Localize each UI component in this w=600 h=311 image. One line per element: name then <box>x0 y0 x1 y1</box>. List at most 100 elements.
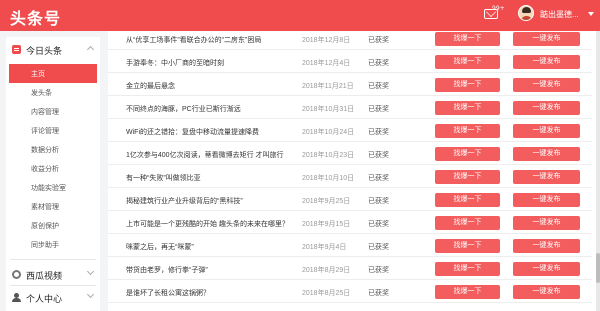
article-date: 2018年10月23日 <box>302 152 355 159</box>
article-date: 2018年9月4日 <box>302 244 347 251</box>
boost-button[interactable]: 找爆一下 <box>435 262 500 276</box>
boost-button[interactable]: 找爆一下 <box>435 216 500 230</box>
status-badge: 已获奖 <box>368 60 389 67</box>
user-profile-icon <box>12 293 21 302</box>
article-date: 2018年11月21日 <box>302 83 354 90</box>
sidebar-item-label: 内容管理 <box>31 109 59 116</box>
chevron-down-icon[interactable] <box>86 267 95 276</box>
scrollbar[interactable] <box>596 31 600 311</box>
sidebar-item-post[interactable]: 发头条 <box>6 83 100 102</box>
top-bar: 头条号 99+ 踮出墨德... <box>0 0 600 31</box>
table-row: 上市可能是一个更残酷的开始 趣头条的未来在哪里？ 2018年9月15日 已获奖 … <box>108 212 592 234</box>
publish-button[interactable]: 一键发布 <box>513 101 580 115</box>
sidebar-section-label: 个人中心 <box>26 294 63 304</box>
article-title[interactable]: 手游奉冬：中小厂商的至暗时刻 <box>126 58 298 68</box>
article-title[interactable]: 咪蒙之后，再无“咪蒙” <box>126 242 298 252</box>
status-badge: 已获奖 <box>368 221 389 228</box>
sidebar: 今日头条 主页 发头条 内容管理 评论管理 数据分析 收益分析 功能实验室 素材… <box>6 37 100 311</box>
boost-button[interactable]: 找爆一下 <box>435 32 500 46</box>
publish-button[interactable]: 一键发布 <box>513 55 580 69</box>
sidebar-item-label: 数据分析 <box>31 147 59 154</box>
publish-button[interactable]: 一键发布 <box>513 124 580 138</box>
table-row: 揭秘建筑行业产业升级背后的“黑科技” 2018年9月25日 已获奖 找爆一下 一… <box>108 189 592 211</box>
status-badge: 已获奖 <box>368 152 389 159</box>
article-date: 2018年9月15日 <box>302 221 351 228</box>
publish-button[interactable]: 一键发布 <box>513 239 580 253</box>
sidebar-item-home[interactable]: 主页 <box>9 64 97 83</box>
boost-button[interactable]: 找爆一下 <box>435 170 500 184</box>
sidebar-section-label: 今日头条 <box>26 46 63 56</box>
publish-button[interactable]: 一键发布 <box>513 32 580 46</box>
sidebar-item-income[interactable]: 收益分析 <box>6 159 100 178</box>
article-date: 2018年8月25日 <box>302 290 351 297</box>
publish-button[interactable]: 一键发布 <box>513 285 580 299</box>
user-name[interactable]: 踮出墨德... <box>540 9 579 20</box>
boost-button[interactable]: 找爆一下 <box>435 78 500 92</box>
publish-button[interactable]: 一键发布 <box>513 78 580 92</box>
app-logo[interactable]: 头条号 <box>10 5 61 29</box>
table-row: 1亿次参与400亿次阅读，蒂看微博去矩行 才叫旅行 2018年10月23日 已获… <box>108 143 592 165</box>
boost-button[interactable]: 找爆一下 <box>435 147 500 161</box>
boost-button[interactable]: 找爆一下 <box>435 55 500 69</box>
article-title[interactable]: 揭秘建筑行业产业升级背后的“黑科技” <box>126 196 298 206</box>
sidebar-item-sync[interactable]: 同步助手 <box>6 235 100 254</box>
article-date: 2018年12月4日 <box>302 60 351 67</box>
article-date: 2018年10月24日 <box>302 129 355 136</box>
publish-button[interactable]: 一键发布 <box>513 170 580 184</box>
article-title[interactable]: 从“优享工场事件”看联合办公的“二房东”困局 <box>126 35 298 45</box>
article-date: 2018年12月8日 <box>302 37 351 44</box>
avatar[interactable] <box>518 5 534 21</box>
article-date: 2018年10月31日 <box>302 106 355 113</box>
article-title[interactable]: 带货由老罗，修行拳“子弹” <box>126 265 298 275</box>
status-badge: 已获奖 <box>368 244 389 251</box>
chevron-up-icon[interactable] <box>86 45 95 54</box>
sidebar-section-xigua[interactable]: 西瓜视频 <box>6 264 100 284</box>
sidebar-item-label: 收益分析 <box>31 166 59 173</box>
toutiao-logo-icon <box>12 45 21 54</box>
chevron-down-icon[interactable] <box>588 12 594 16</box>
sidebar-item-materials[interactable]: 素材管理 <box>6 197 100 216</box>
status-badge: 已获奖 <box>368 267 389 274</box>
sidebar-item-label: 发头条 <box>31 90 52 97</box>
sidebar-item-data[interactable]: 数据分析 <box>6 140 100 159</box>
publish-button[interactable]: 一键发布 <box>513 262 580 276</box>
publish-button[interactable]: 一键发布 <box>513 216 580 230</box>
boost-button[interactable]: 找爆一下 <box>435 285 500 299</box>
status-badge: 已获奖 <box>368 198 389 205</box>
table-row: 金立的最后悬念 2018年11月21日 已获奖 找爆一下 一键发布 <box>108 74 592 96</box>
article-date: 2018年8月29日 <box>302 267 351 274</box>
sidebar-section-profile[interactable]: 个人中心 <box>6 287 100 307</box>
publish-button[interactable]: 一键发布 <box>513 147 580 161</box>
article-title[interactable]: 是谁坏了长租公寓这锅粥？ <box>126 288 298 298</box>
sidebar-item-label: 素材管理 <box>31 204 59 211</box>
status-badge: 已获奖 <box>368 37 389 44</box>
article-title[interactable]: 金立的最后悬念 <box>126 81 298 91</box>
table-row: 从“优享工场事件”看联合办公的“二房东”困局 2018年12月8日 已获奖 找爆… <box>108 31 592 50</box>
article-title[interactable]: 1亿次参与400亿次阅读，蒂看微博去矩行 才叫旅行 <box>126 150 298 160</box>
sidebar-item-label: 同步助手 <box>31 242 59 249</box>
article-title[interactable]: 有一种“失败”叫做领比亚 <box>126 173 298 183</box>
sidebar-item-content[interactable]: 内容管理 <box>6 102 100 121</box>
status-badge: 已获奖 <box>368 83 389 90</box>
sidebar-item-lab[interactable]: 功能实验室 <box>6 178 100 197</box>
status-badge: 已获奖 <box>368 129 389 136</box>
publish-button[interactable]: 一键发布 <box>513 193 580 207</box>
article-list: 从“优享工场事件”看联合办公的“二房东”困局 2018年12月8日 已获奖 找爆… <box>108 31 600 311</box>
sidebar-section-toutiao[interactable]: 今日头条 <box>6 39 100 59</box>
table-row: 有一种“失败”叫做领比亚 2018年10月10日 已获奖 找爆一下 一键发布 <box>108 166 592 188</box>
chevron-down-icon[interactable] <box>86 290 95 299</box>
boost-button[interactable]: 找爆一下 <box>435 239 500 253</box>
status-badge: 已获奖 <box>368 106 389 113</box>
sidebar-item-label: 评论管理 <box>31 128 59 135</box>
article-title[interactable]: 上市可能是一个更残酷的开始 趣头条的未来在哪里？ <box>126 219 298 229</box>
sidebar-item-comments[interactable]: 评论管理 <box>6 121 100 140</box>
article-title[interactable]: WiFi的还之错拾：复盘中移动流量提速降费 <box>126 127 298 137</box>
article-title[interactable]: 不同终点的海豚，PC行业已斯行渐远 <box>126 104 298 114</box>
boost-button[interactable]: 找爆一下 <box>435 101 500 115</box>
scrollbar-thumb[interactable] <box>596 253 600 283</box>
sidebar-item-original[interactable]: 原创保护 <box>6 216 100 235</box>
table-row: 带货由老罗，修行拳“子弹” 2018年8月29日 已获奖 找爆一下 一键发布 <box>108 258 592 280</box>
table-row: 咪蒙之后，再无“咪蒙” 2018年9月4日 已获奖 找爆一下 一键发布 <box>108 235 592 257</box>
boost-button[interactable]: 找爆一下 <box>435 124 500 138</box>
boost-button[interactable]: 找爆一下 <box>435 193 500 207</box>
